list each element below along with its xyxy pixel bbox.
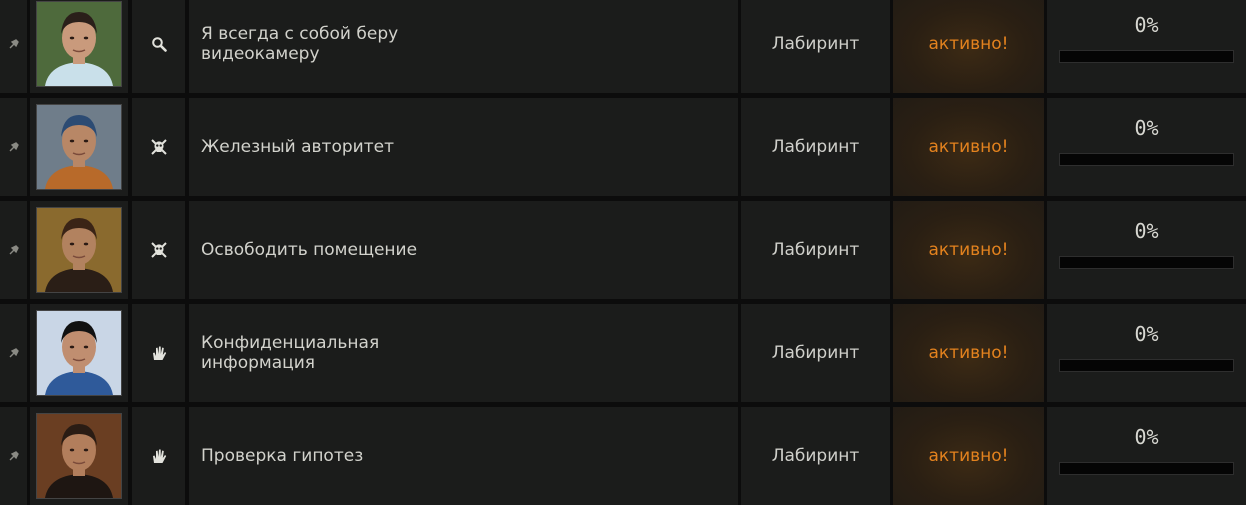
trader-avatar-cell [30, 0, 128, 93]
progress-bar [1059, 50, 1234, 63]
progress-percent: 0% [1134, 116, 1159, 140]
progress-percent: 0% [1134, 425, 1159, 449]
quest-status: активно! [928, 137, 1009, 157]
hand-icon [150, 344, 168, 362]
quest-location-cell: Лабиринт [741, 304, 890, 402]
quest-status-cell: активно! [893, 0, 1044, 93]
quest-name[interactable]: Я всегда с собой беру видеокамеру [201, 24, 398, 64]
quest-location-cell: Лабиринт [741, 201, 890, 299]
quest-row[interactable]: Проверка гипотез Лабиринт активно! 0% [0, 407, 1246, 505]
pin-cell[interactable] [0, 201, 27, 299]
quest-location-cell: Лабиринт [741, 407, 890, 505]
quest-progress-cell: 0% [1047, 98, 1246, 196]
pin-cell[interactable] [0, 0, 27, 93]
quest-name-cell[interactable]: Проверка гипотез [189, 407, 738, 505]
progress-percent: 0% [1134, 219, 1159, 243]
quest-type-cell [132, 98, 185, 196]
pin-icon[interactable] [9, 142, 19, 152]
quest-status-cell: активно! [893, 201, 1044, 299]
quest-location-cell: Лабиринт [741, 0, 890, 93]
quest-type-cell [132, 304, 185, 402]
trader-avatar [36, 413, 122, 499]
hand-icon [150, 447, 168, 465]
quest-row[interactable]: Железный авторитет Лабиринт активно! 0% [0, 98, 1246, 196]
quest-location: Лабиринт [771, 137, 860, 157]
quest-name[interactable]: Проверка гипотез [201, 446, 363, 466]
progress-bar [1059, 462, 1234, 475]
quest-status-cell: активно! [893, 304, 1044, 402]
progress-bar [1059, 256, 1234, 269]
quest-status: активно! [928, 240, 1009, 260]
quest-location: Лабиринт [771, 343, 860, 363]
quest-location: Лабиринт [771, 34, 860, 54]
trader-avatar [36, 207, 122, 293]
skull-icon [150, 138, 168, 156]
quest-status: активно! [928, 446, 1009, 466]
quest-name-cell[interactable]: Железный авторитет [189, 98, 738, 196]
quest-name[interactable]: Железный авторитет [201, 137, 394, 157]
trader-avatar [36, 310, 122, 396]
quest-location: Лабиринт [771, 446, 860, 466]
progress-bar [1059, 359, 1234, 372]
quest-progress-cell: 0% [1047, 304, 1246, 402]
search-icon [151, 36, 167, 52]
skull-icon [150, 241, 168, 259]
trader-avatar [36, 104, 122, 190]
progress-bar [1059, 153, 1234, 166]
quest-progress-cell: 0% [1047, 201, 1246, 299]
pin-icon[interactable] [9, 348, 19, 358]
quest-row[interactable]: Я всегда с собой беру видеокамеру Лабиринт… [0, 0, 1246, 93]
quest-type-cell [132, 201, 185, 299]
pin-cell[interactable] [0, 98, 27, 196]
quest-location-cell: Лабиринт [741, 98, 890, 196]
pin-icon[interactable] [9, 245, 19, 255]
progress-percent: 0% [1134, 13, 1159, 37]
quest-status: активно! [928, 34, 1009, 54]
quest-name-cell[interactable]: Освободить помещение [189, 201, 738, 299]
pin-icon[interactable] [9, 39, 19, 49]
quest-row[interactable]: Конфиденциальная информация Лабиринт активн… [0, 304, 1246, 402]
quest-name[interactable]: Конфиденциальная информация [201, 333, 379, 373]
quest-name-cell[interactable]: Я всегда с собой беру видеокамеру [189, 0, 738, 93]
quest-status-cell: активно! [893, 98, 1044, 196]
trader-avatar-cell [30, 407, 128, 505]
progress-percent: 0% [1134, 322, 1159, 346]
quest-location: Лабиринт [771, 240, 860, 260]
trader-avatar-cell [30, 201, 128, 299]
quest-name-cell[interactable]: Конфиденциальная информация [189, 304, 738, 402]
quest-type-cell [132, 0, 185, 93]
trader-avatar-cell [30, 98, 128, 196]
quest-type-cell [132, 407, 185, 505]
quest-status-cell: активно! [893, 407, 1044, 505]
quest-name[interactable]: Освободить помещение [201, 240, 417, 260]
quest-progress-cell: 0% [1047, 407, 1246, 505]
quest-row[interactable]: Освободить помещение Лабиринт активно! 0% [0, 201, 1246, 299]
trader-avatar [36, 1, 122, 87]
quest-status: активно! [928, 343, 1009, 363]
pin-cell[interactable] [0, 304, 27, 402]
pin-cell[interactable] [0, 407, 27, 505]
pin-icon[interactable] [9, 451, 19, 461]
quest-progress-cell: 0% [1047, 0, 1246, 93]
quest-list: Я всегда с собой беру видеокамеру Лабиринт… [0, 0, 1246, 505]
trader-avatar-cell [30, 304, 128, 402]
